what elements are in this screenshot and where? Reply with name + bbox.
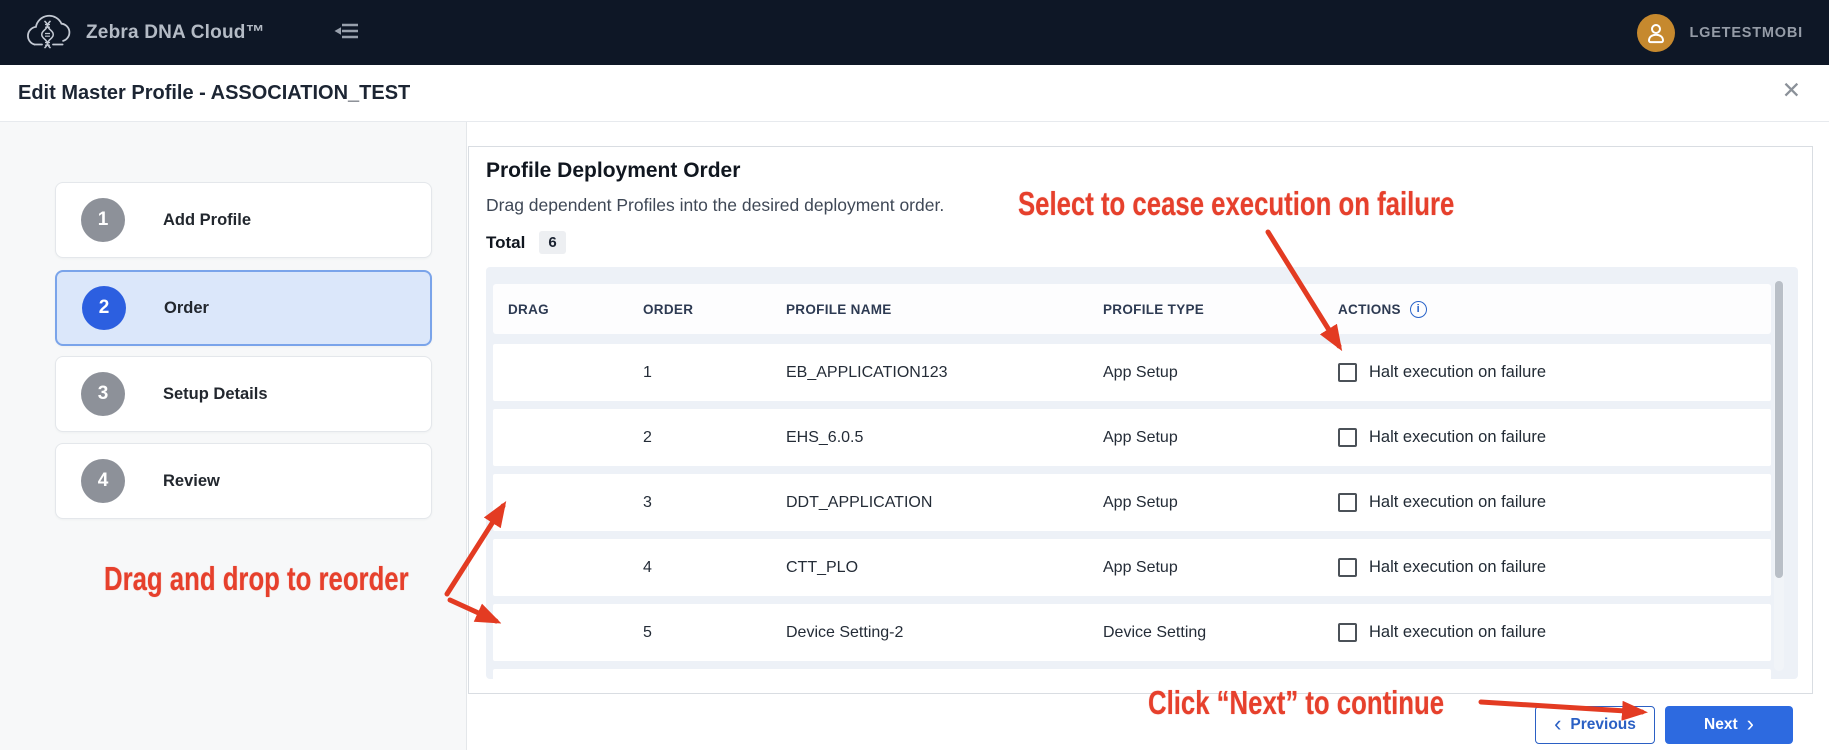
row-profile-type: App Setup [1103, 429, 1338, 447]
halt-execution-checkbox[interactable] [1338, 363, 1357, 382]
step-number: 4 [98, 470, 109, 492]
step-number: 1 [98, 209, 109, 231]
row-profile-name: CTT_PLO [786, 559, 1103, 577]
halt-execution-checkbox[interactable] [1338, 493, 1357, 512]
row-profile-type: App Setup [1103, 364, 1338, 382]
stepper-step[interactable]: 1 Add Profile [55, 182, 432, 258]
stepper-step[interactable]: 3 Setup Details [55, 356, 432, 432]
halt-execution-label: Halt execution on failure [1369, 428, 1546, 447]
row-profile-name: EB_APPLICATION123 [786, 364, 1103, 382]
row-profile-type: App Setup [1103, 559, 1338, 577]
column-header-profile-name: PROFILE NAME [786, 302, 1103, 317]
total-row: Total 6 [486, 231, 566, 254]
total-label: Total [486, 233, 525, 253]
table-row: 5 Device Setting-2 Device Setting Halt e… [493, 604, 1771, 661]
halt-execution-checkbox[interactable] [1338, 428, 1357, 447]
close-icon[interactable]: ✕ [1782, 79, 1801, 102]
table-row: 4 CTT_PLO App Setup Halt execution on fa… [493, 539, 1771, 596]
row-order-value: 4 [643, 559, 786, 577]
annotation-select-note: Select to cease execution on failure [1018, 185, 1454, 223]
column-header-actions: ACTIONS [1338, 302, 1401, 317]
column-header-order: ORDER [643, 302, 786, 317]
halt-execution-label: Halt execution on failure [1369, 623, 1546, 642]
step-label: Setup Details [163, 385, 268, 404]
profile-deployment-panel: Profile Deployment Order Drag dependent … [468, 146, 1813, 694]
row-order-value: 5 [643, 624, 786, 642]
row-profile-type: Device Setting [1103, 624, 1338, 642]
stepper-sidebar: 1 Add Profile 2 Order 3 Setup Details 4 … [0, 122, 467, 750]
info-icon[interactable]: i [1410, 301, 1427, 318]
table-row: 1 EB_APPLICATION123 App Setup Halt execu… [493, 344, 1771, 401]
step-label: Review [163, 472, 220, 491]
table-row: 3 DDT_APPLICATION App Setup Halt executi… [493, 474, 1771, 531]
table-rows: 1 EB_APPLICATION123 App Setup Halt execu… [493, 344, 1771, 661]
halt-execution-label: Halt execution on failure [1369, 363, 1546, 382]
table-row-partial [493, 669, 1771, 679]
halt-execution-label: Halt execution on failure [1369, 558, 1546, 577]
deployment-order-table: DRAG ORDER PROFILE NAME PROFILE TYPE ACT… [486, 267, 1798, 679]
step-number-badge: 4 [81, 459, 125, 503]
step-number: 2 [99, 297, 110, 319]
row-order-value: 1 [643, 364, 786, 382]
next-button[interactable]: Next › [1665, 706, 1793, 744]
total-count-badge: 6 [539, 231, 565, 254]
row-profile-name: EHS_6.0.5 [786, 429, 1103, 447]
annotation-next-note: Click “Next” to continue [1148, 684, 1444, 722]
username-label: LGETESTMOBI [1689, 25, 1803, 41]
step-number-badge: 1 [81, 198, 125, 242]
zebra-dna-cloud-logo [20, 10, 74, 56]
panel-subheading: Drag dependent Profiles into the desired… [486, 195, 944, 216]
body-area: 1 Add Profile 2 Order 3 Setup Details 4 … [0, 122, 1829, 750]
previous-button[interactable]: ‹ Previous [1535, 706, 1655, 744]
dialog-title-bar: Edit Master Profile - ASSOCIATION_TEST ✕ [0, 65, 1829, 122]
top-bar: Zebra DNA Cloud™ LGETESTMOBI [0, 0, 1829, 65]
brand-title: Zebra DNA Cloud™ [86, 22, 265, 44]
page-title: Edit Master Profile - ASSOCIATION_TEST [18, 82, 410, 105]
column-header-drag: DRAG [508, 302, 643, 317]
table-header-row: DRAG ORDER PROFILE NAME PROFILE TYPE ACT… [493, 284, 1771, 334]
halt-execution-checkbox[interactable] [1338, 558, 1357, 577]
step-label: Add Profile [163, 211, 251, 230]
person-icon [1644, 21, 1668, 45]
row-order-value: 3 [643, 494, 786, 512]
row-profile-type: App Setup [1103, 494, 1338, 512]
stepper-step[interactable]: 4 Review [55, 443, 432, 519]
row-profile-name: DDT_APPLICATION [786, 494, 1103, 512]
avatar[interactable] [1637, 14, 1675, 52]
row-order-value: 2 [643, 429, 786, 447]
halt-execution-checkbox[interactable] [1338, 623, 1357, 642]
chevron-left-icon: ‹ [1554, 713, 1561, 735]
step-label: Order [164, 299, 209, 318]
panel-heading: Profile Deployment Order [486, 159, 740, 183]
table-row: 2 EHS_6.0.5 App Setup Halt execution on … [493, 409, 1771, 466]
scrollbar-thumb[interactable] [1775, 281, 1783, 578]
annotation-reorder-note: Drag and drop to reorder [104, 560, 409, 598]
chevron-right-icon: › [1747, 713, 1754, 735]
halt-execution-label: Halt execution on failure [1369, 493, 1546, 512]
row-profile-name: Device Setting-2 [786, 624, 1103, 642]
column-header-profile-type: PROFILE TYPE [1103, 302, 1338, 317]
step-number-badge: 3 [81, 372, 125, 416]
menu-collapse-icon[interactable] [333, 20, 361, 45]
stepper-step[interactable]: 2 Order [55, 270, 432, 346]
footer-buttons: ‹ Previous Next › [1535, 706, 1793, 744]
step-number-badge: 2 [82, 286, 126, 330]
step-number: 3 [98, 383, 109, 405]
